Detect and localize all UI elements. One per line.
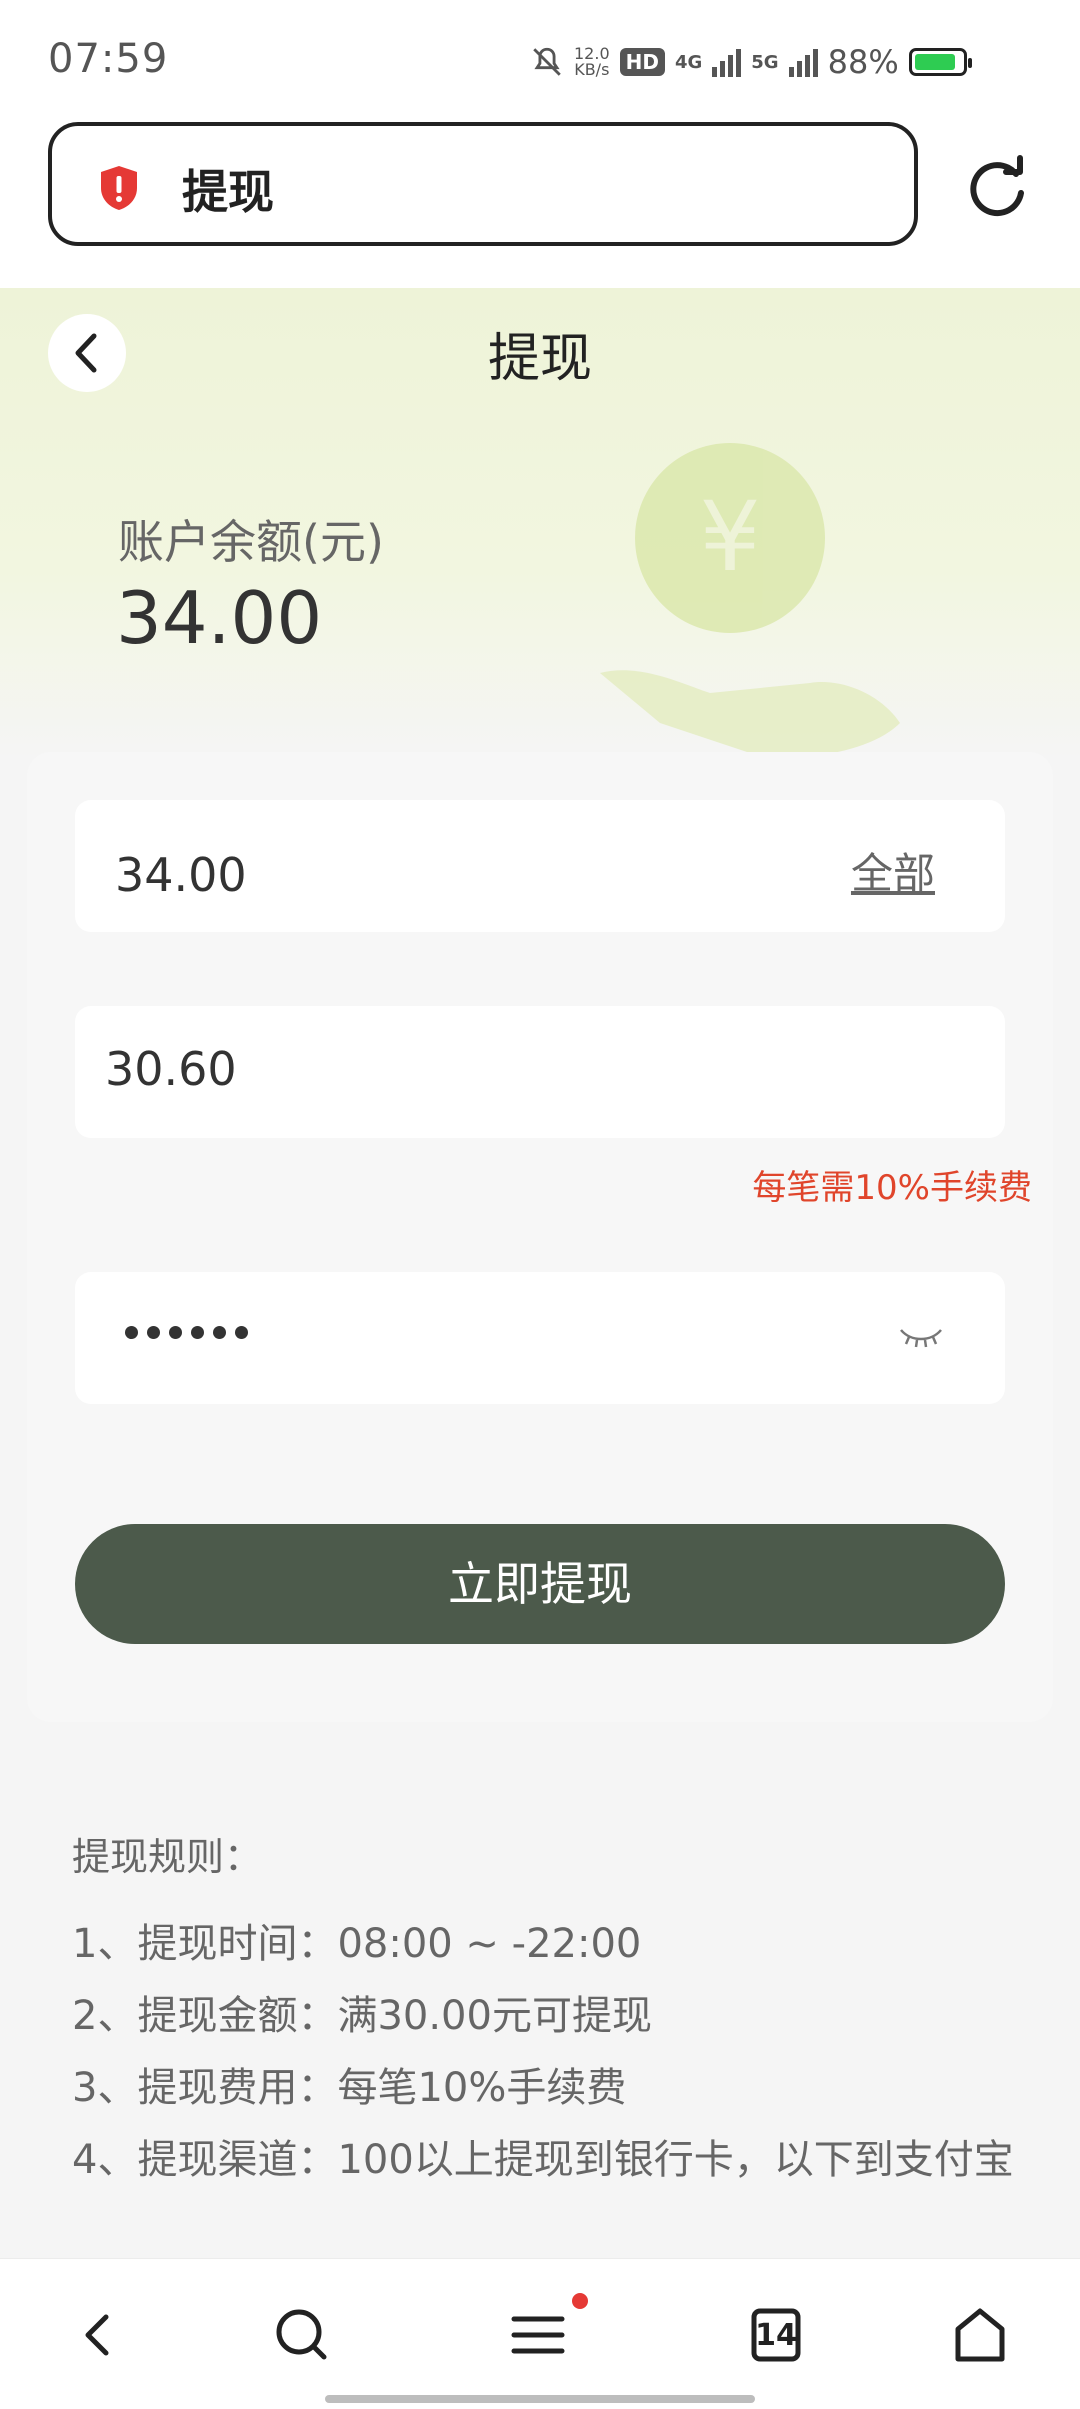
hand-icon	[600, 670, 900, 757]
received-amount-field[interactable]: 30.60	[75, 1006, 1005, 1138]
fee-hint: 每笔需10%手续费	[752, 1168, 1032, 1208]
eye-closed-icon[interactable]	[897, 1322, 945, 1352]
balance-value: 34.00	[116, 576, 323, 660]
status-icons: 12.0 KB/s HD 4G 5G 88%	[530, 38, 972, 86]
password-dot	[213, 1326, 226, 1339]
rules-title: 提现规则：	[72, 1835, 263, 1879]
password-dot	[235, 1326, 248, 1339]
rule-item: 4、提现渠道：100以上提现到银行卡，以下到支付宝	[72, 2137, 1014, 2183]
battery-fill	[914, 54, 956, 70]
rule-item: 1、提现时间：08:00 ~ -22:00	[72, 1921, 642, 1967]
rule-item: 2、提现金额：满30.00元可提现	[72, 1993, 652, 2039]
net-speed-unit: KB/s	[574, 60, 610, 79]
status-bar: 07:59 12.0 KB/s HD 4G 5G 88%	[0, 0, 1080, 110]
browser-toolbar: 提现	[0, 110, 1080, 288]
yuan-coin-icon: ¥	[635, 443, 825, 633]
withdraw-form-card: 34.00 全部 30.60 每笔需10%手续费 立即提现	[27, 752, 1053, 1722]
withdraw-now-button[interactable]: 立即提现	[75, 1524, 1005, 1644]
net-speed: 12.0 KB/s	[574, 46, 610, 78]
gesture-bar[interactable]	[325, 2395, 755, 2403]
withdraw-all-link[interactable]: 全部	[851, 840, 935, 901]
battery-percent: 88%	[827, 43, 899, 81]
battery-icon	[908, 48, 972, 76]
home-icon[interactable]	[944, 2299, 1016, 2371]
search-icon[interactable]	[266, 2299, 338, 2371]
refresh-icon[interactable]	[960, 152, 1034, 226]
page-title: 提现	[487, 329, 592, 389]
url-bar[interactable]: 提现	[48, 122, 918, 246]
password-dot	[147, 1326, 160, 1339]
tabs-button[interactable]: 14	[740, 2299, 812, 2371]
browser-bottom-nav: 14	[0, 2258, 1080, 2409]
received-amount-value: 30.60	[105, 1042, 237, 1096]
password-dot	[125, 1326, 138, 1339]
mute-bell-icon	[533, 47, 561, 76]
back-button[interactable]	[48, 314, 126, 392]
balance-label: 账户余额(元)	[118, 515, 384, 569]
status-time: 07:59	[48, 36, 169, 82]
url-title: 提现	[182, 165, 274, 219]
password-dot	[169, 1326, 182, 1339]
password-dot	[191, 1326, 204, 1339]
password-field[interactable]	[75, 1272, 1005, 1404]
amount-field[interactable]: 34.00 全部	[75, 800, 1005, 932]
balance-header: 提现 ¥ 账户余额(元) 34.00	[0, 288, 1080, 758]
sim2-label: 5G	[751, 51, 779, 73]
shield-warning-icon	[101, 166, 137, 210]
hd-badge: HD	[619, 48, 665, 76]
signal-icon	[712, 47, 742, 77]
back-icon[interactable]	[62, 2299, 134, 2371]
sim1-label: 4G	[674, 51, 703, 73]
password-mask	[125, 1326, 248, 1339]
chevron-left-icon	[75, 333, 97, 373]
amount-input[interactable]: 34.00	[115, 848, 247, 902]
rule-item: 3、提现费用：每笔10%手续费	[72, 2065, 627, 2111]
menu-notification-dot	[572, 2293, 588, 2309]
signal-icon-2	[788, 47, 818, 77]
menu-icon[interactable]	[502, 2299, 574, 2371]
tabs-count: 14	[755, 2318, 797, 2353]
